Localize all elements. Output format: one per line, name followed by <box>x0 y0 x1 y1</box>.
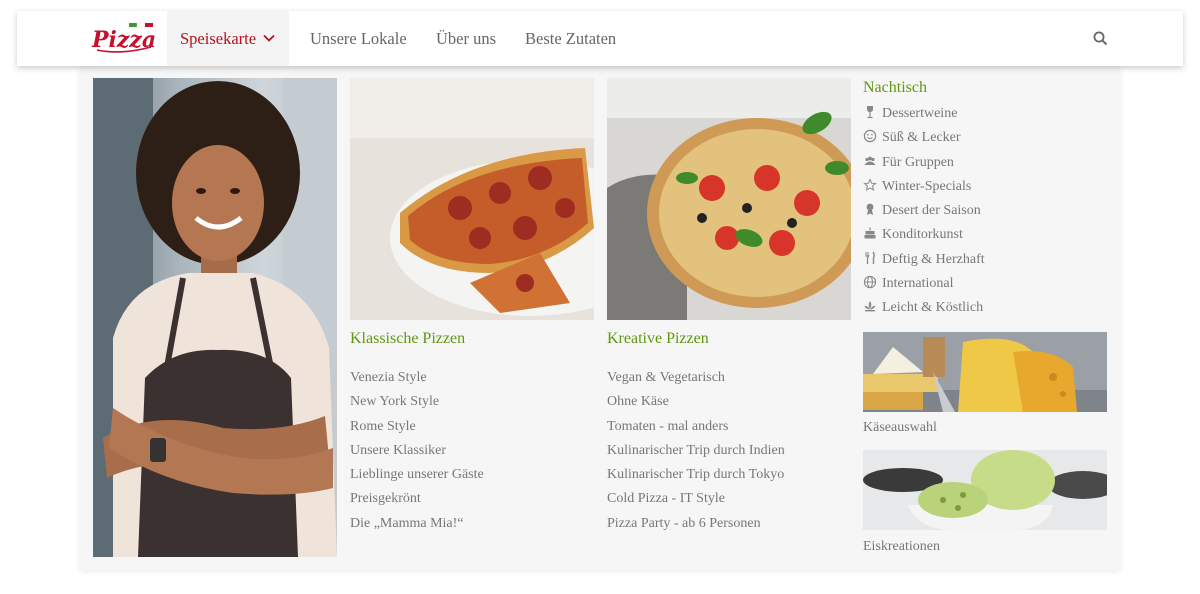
nav-unsere-lokale-label: Unsere Lokale <box>310 29 407 48</box>
nav-unsere-lokale[interactable]: Unsere Lokale <box>297 11 420 66</box>
dessert-link-saison[interactable]: Desert der Saison <box>863 199 985 223</box>
mega-menu-panel: Klassische Pizzen Kreative Pizzen Nachti… <box>80 66 1120 570</box>
classic-pizzas-list: Venezia Style New York Style Rome Style … <box>350 366 484 536</box>
dessert-list: Dessertweine Süß & Lecker Für Gruppen Wi… <box>863 102 985 321</box>
dessert-link-deftig[interactable]: Deftig & Herzhaft <box>863 248 985 272</box>
creative-link[interactable]: Kulinarischer Trip durch Indien <box>607 439 785 463</box>
nav-speisekarte-label: Speisekarte <box>180 29 257 48</box>
creative-pizzas-title[interactable]: Kreative Pizzen <box>607 330 709 348</box>
top-navbar: Pizza Speisekarte Unsere Lokale Über uns… <box>17 11 1183 66</box>
pizza-logo[interactable]: Pizza <box>91 21 157 55</box>
dessert-link-winter[interactable]: Winter-Specials <box>863 175 985 199</box>
search-icon[interactable] <box>1092 30 1109 47</box>
creative-link[interactable]: Pizza Party - ab 6 Personen <box>607 512 785 536</box>
classic-link[interactable]: Unsere Klassiker <box>350 439 484 463</box>
ice-cream-label[interactable]: Eiskreationen <box>863 539 940 555</box>
dessert-link-label: International <box>882 276 954 292</box>
dessert-link-dessertweine[interactable]: Dessertweine <box>863 102 985 126</box>
group-icon <box>864 156 876 165</box>
ice-cream-image[interactable] <box>863 450 1107 530</box>
wine-glass-icon <box>867 106 873 119</box>
dessert-link-label: Leicht & Köstlich <box>882 300 984 316</box>
lotus-icon <box>864 301 876 312</box>
dessert-link-konditorkunst[interactable]: Konditorkunst <box>863 223 985 247</box>
smiley-icon <box>863 130 877 143</box>
classic-link[interactable]: Die „Mamma Mia!“ <box>350 512 484 536</box>
creative-pizza-image[interactable] <box>607 78 851 320</box>
creative-link[interactable]: Ohne Käse <box>607 390 785 414</box>
dessert-link-label: Dessertweine <box>882 106 958 121</box>
cake-icon <box>864 227 876 239</box>
star-icon <box>863 178 877 191</box>
classic-pizza-image[interactable] <box>350 78 594 320</box>
dessert-link-label: Süß & Lecker <box>882 130 961 146</box>
creative-link[interactable]: Vegan & Vegetarisch <box>607 366 785 390</box>
classic-link[interactable]: Preisgekrönt <box>350 487 484 511</box>
dessert-link-label: Winter-Specials <box>882 178 972 194</box>
nav-speisekarte[interactable]: Speisekarte <box>167 11 290 66</box>
cheese-image[interactable] <box>863 332 1107 412</box>
creative-link[interactable]: Kulinarischer Trip durch Tokyo <box>607 463 785 487</box>
dessert-link-gruppen[interactable]: Für Gruppen <box>863 151 985 175</box>
classic-link[interactable]: Rome Style <box>350 415 484 439</box>
chevron-down-icon <box>263 34 275 42</box>
dessert-link-leicht[interactable]: Leicht & Köstlich <box>863 296 985 320</box>
creative-pizzas-list: Vegan & Vegetarisch Ohne Käse Tomaten - … <box>607 366 785 536</box>
classic-link[interactable]: Venezia Style <box>350 366 484 390</box>
classic-link[interactable]: Lieblinge unserer Gäste <box>350 463 484 487</box>
globe-icon <box>863 275 877 289</box>
dessert-link-label: Konditorkunst <box>882 227 963 243</box>
dessert-link-label: Desert der Saison <box>882 203 981 219</box>
dessert-link-suess[interactable]: Süß & Lecker <box>863 126 985 150</box>
cheese-label[interactable]: Käseauswahl <box>863 420 937 436</box>
dessert-title[interactable]: Nachtisch <box>863 79 927 97</box>
creative-link[interactable]: Tomaten - mal anders <box>607 415 785 439</box>
nav-ueber-uns-label: Über uns <box>436 29 497 48</box>
nav-ueber-uns[interactable]: Über uns <box>423 11 509 66</box>
nav-beste-zutaten-label: Beste Zutaten <box>525 29 617 48</box>
waitress-image <box>93 78 337 557</box>
dessert-link-label: Deftig & Herzhaft <box>882 251 985 267</box>
award-icon <box>866 203 874 216</box>
dessert-link-international[interactable]: International <box>863 272 985 296</box>
nav-beste-zutaten[interactable]: Beste Zutaten <box>512 11 629 66</box>
classic-link[interactable]: New York Style <box>350 390 484 414</box>
dessert-link-label: Für Gruppen <box>882 154 954 170</box>
creative-link[interactable]: Cold Pizza - IT Style <box>607 487 785 511</box>
svg-text:Pizza: Pizza <box>91 27 156 53</box>
cutlery-icon <box>865 251 875 264</box>
classic-pizzas-title[interactable]: Klassische Pizzen <box>350 330 465 348</box>
